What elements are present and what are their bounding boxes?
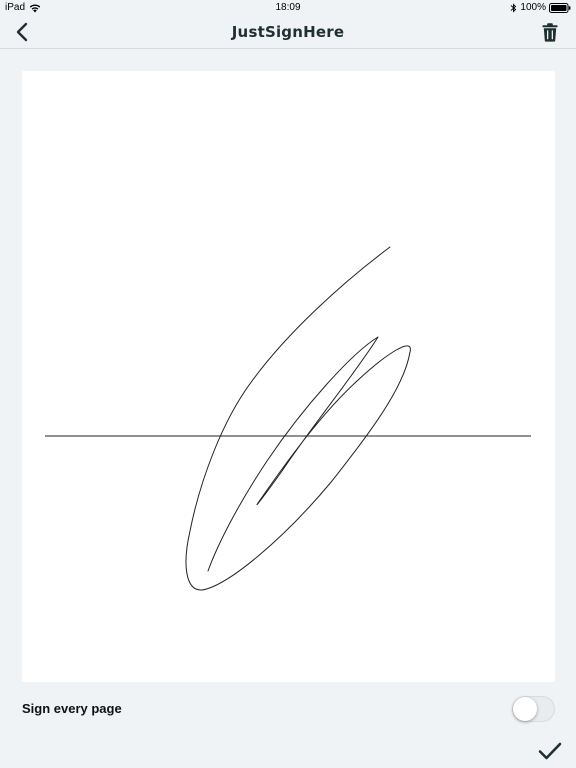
battery-percent: 100% — [520, 2, 546, 13]
app-title: JustSignHere — [231, 23, 345, 41]
delete-signature-button[interactable] — [538, 20, 562, 44]
signature-drawing — [45, 246, 531, 591]
checkmark-icon — [538, 742, 562, 760]
status-time: 18:09 — [275, 2, 301, 13]
navigation-bar: JustSignHere — [0, 16, 576, 49]
sign-every-page-label: Sign every page — [22, 701, 122, 716]
sign-every-page-toggle[interactable] — [512, 696, 555, 722]
bluetooth-icon — [511, 2, 517, 13]
battery-icon — [549, 2, 571, 13]
status-bar: iPad 18:09 100% — [0, 0, 576, 16]
toggle-knob — [513, 697, 537, 721]
signature-stroke — [185, 246, 411, 591]
status-right: 100% — [510, 2, 571, 13]
confirm-button[interactable] — [536, 738, 564, 764]
trash-icon — [542, 22, 558, 42]
signature-canvas[interactable] — [22, 71, 555, 682]
screen: iPad 18:09 100% JustSignHere Sign every … — [0, 0, 576, 768]
